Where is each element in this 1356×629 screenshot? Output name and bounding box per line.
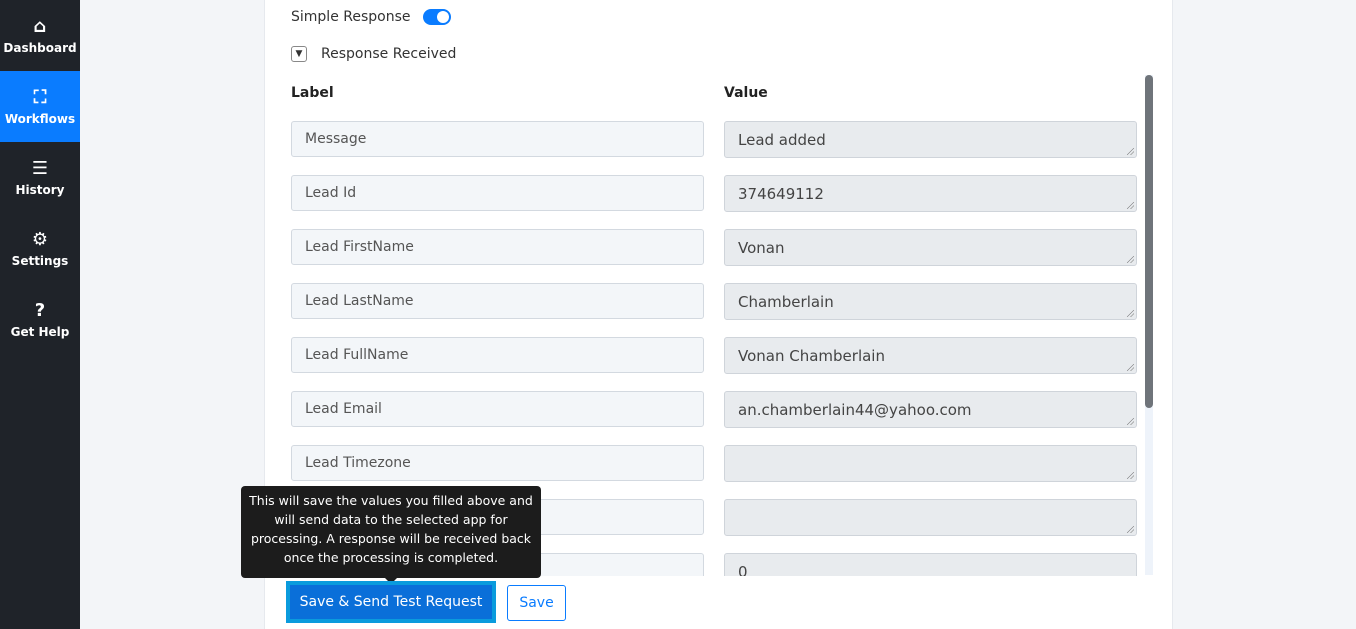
field-row: Lead FullName Vonan Chamberlain [291, 337, 1137, 391]
label-header: Label [291, 85, 334, 101]
checklist-icon: ☰ [31, 157, 49, 179]
save-button[interactable]: Save [507, 585, 566, 621]
sidebar-item-get-help[interactable]: ? Get Help [0, 284, 80, 355]
simple-response-toggle[interactable] [422, 9, 451, 25]
value-textarea[interactable]: Lead added [724, 121, 1137, 158]
workflow-icon: ⛶ [33, 86, 47, 108]
label-input[interactable]: Lead Timezone [291, 445, 704, 481]
help-icon: ? [34, 299, 46, 321]
tooltip: This will save the values you filled abo… [241, 486, 541, 584]
value-textarea[interactable]: Chamberlain [724, 283, 1137, 320]
value-textarea[interactable] [724, 499, 1137, 536]
label-input[interactable]: Lead Email [291, 391, 704, 427]
save-send-test-label: Save & Send Test Request [290, 585, 492, 619]
sidebar-item-label: Workflows [4, 111, 76, 126]
scrollbar[interactable] [1145, 75, 1153, 575]
save-send-test-button[interactable]: Save & Send Test Request [286, 581, 496, 623]
label-input[interactable]: Lead FirstName [291, 229, 704, 265]
value-textarea[interactable]: Vonan Chamberlain [724, 337, 1137, 374]
sidebar-item-dashboard[interactable]: ⌂ Dashboard [0, 0, 80, 71]
simple-response-label: Simple Response [291, 9, 411, 25]
sidebar-item-history[interactable]: ☰ History [0, 142, 80, 213]
field-row: Lead Email an.chamberlain44@yahoo.com [291, 391, 1137, 445]
value-textarea[interactable]: an.chamberlain44@yahoo.com [724, 391, 1137, 428]
sidebar-item-label: Get Help [10, 324, 70, 339]
scrollbar-thumb[interactable] [1145, 75, 1153, 408]
value-textarea[interactable] [724, 445, 1137, 482]
field-row: Lead LastName Chamberlain [291, 283, 1137, 337]
response-received-label: Response Received [321, 46, 457, 62]
field-row: Lead Id 374649112 [291, 175, 1137, 229]
home-icon: ⌂ [33, 15, 47, 37]
label-input[interactable]: Message [291, 121, 704, 157]
sidebar-item-settings[interactable]: ⚙ Settings [0, 213, 80, 284]
label-input[interactable]: Lead Id [291, 175, 704, 211]
sidebar-item-workflows[interactable]: ⛶ Workflows [0, 71, 80, 142]
field-row: Lead FirstName Vonan [291, 229, 1137, 283]
chevron-down-icon[interactable]: ▼ [291, 46, 307, 62]
simple-response-row: Simple Response [291, 9, 451, 25]
value-textarea[interactable]: 374649112 [724, 175, 1137, 212]
field-row: Message Lead added [291, 121, 1137, 175]
response-received-row: ▼ Response Received [291, 46, 456, 62]
sidebar: ⌂ Dashboard ⛶ Workflows ☰ History ⚙ Settings? Ge… [0, 0, 80, 629]
value-textarea[interactable]: Vonan [724, 229, 1137, 266]
sidebar-item-label: Settings [11, 253, 69, 268]
value-textarea[interactable]: 0 [724, 553, 1137, 576]
sidebar-item-label: Dashboard [3, 40, 77, 55]
label-input[interactable]: Lead LastName [291, 283, 704, 319]
gear-icon: ⚙ [31, 228, 49, 250]
value-header: Value [724, 85, 768, 101]
label-input[interactable]: Lead FullName [291, 337, 704, 373]
sidebar-item-label: History [15, 182, 65, 197]
